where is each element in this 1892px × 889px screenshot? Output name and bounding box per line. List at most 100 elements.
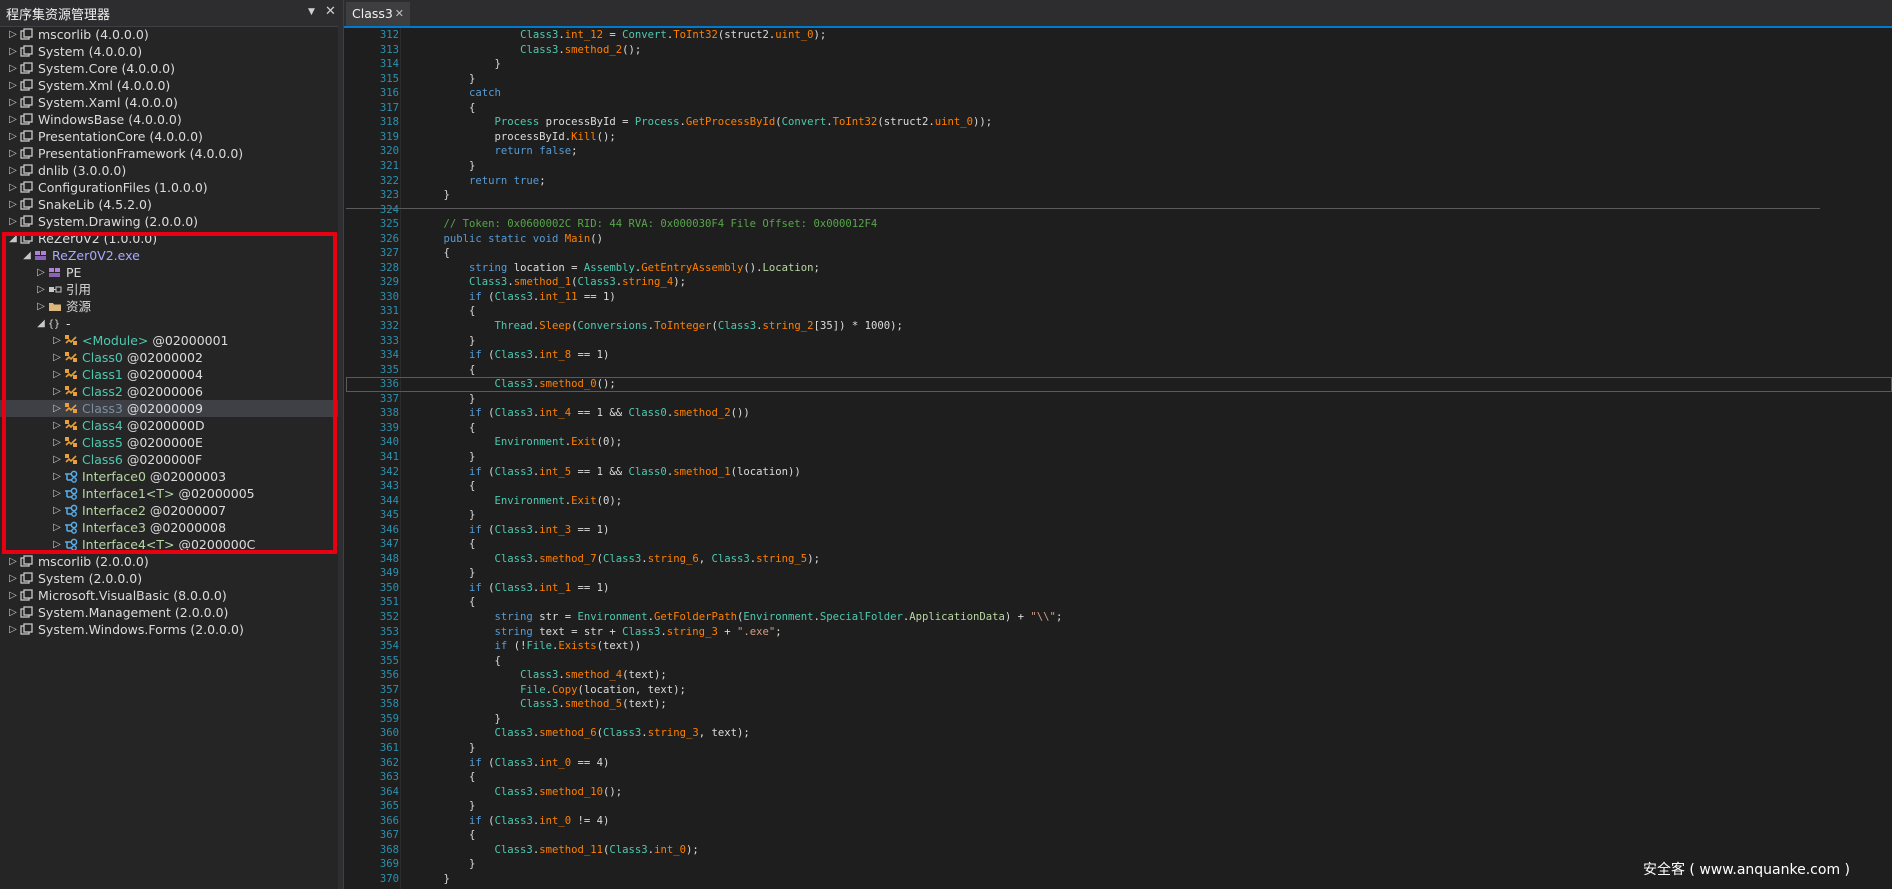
tree-item[interactable]: ▷ Class6 @0200000F [0, 451, 343, 468]
line-number: 358 [379, 698, 399, 711]
tree-item-version: (4.0.0.0) [145, 129, 203, 144]
dropdown-icon[interactable]: ▼ [308, 7, 315, 17]
expand-arrow-icon[interactable]: ▷ [36, 281, 46, 298]
tree-item-label: mscorlib (2.0.0.0) [38, 553, 149, 570]
code-line: 318 Process processById = Process.GetPro… [344, 115, 1892, 130]
code-token: Class3 [520, 669, 559, 682]
code-line: 319 processById.Kill(); [344, 130, 1892, 145]
tree-item[interactable]: ▷ Interface0 @02000003 [0, 468, 343, 485]
expand-arrow-icon[interactable]: ▷ [52, 434, 62, 451]
tree-item[interactable]: ◢{} - [0, 315, 343, 332]
tree-item[interactable]: ▷ SnakeLib (4.5.2.0) [0, 196, 343, 213]
expand-arrow-icon[interactable]: ▷ [8, 570, 18, 587]
expand-arrow-icon[interactable]: ▷ [52, 451, 62, 468]
tree-item[interactable]: ▷ dnlib (3.0.0.0) [0, 162, 343, 179]
tree-item[interactable]: ▷ Interface4<T> @0200000C [0, 536, 343, 553]
tree-item[interactable]: ▷ ConfigurationFiles (1.0.0.0) [0, 179, 343, 196]
tree-item[interactable]: ▷ System.Core (4.0.0.0) [0, 60, 343, 77]
expand-arrow-icon[interactable]: ▷ [36, 264, 46, 281]
tree-item-label: System.Drawing (2.0.0.0) [38, 213, 198, 230]
expand-arrow-icon[interactable]: ▷ [8, 196, 18, 213]
expand-arrow-icon[interactable]: ▷ [8, 179, 18, 196]
tree-item-name: 资源 [66, 299, 92, 314]
tree-item[interactable]: ▷ Class4 @0200000D [0, 417, 343, 434]
expand-arrow-icon[interactable]: ▷ [8, 587, 18, 604]
expand-arrow-icon[interactable]: ▷ [52, 332, 62, 349]
expand-arrow-icon[interactable]: ▷ [52, 349, 62, 366]
tree-item[interactable]: ▷ System (2.0.0.0) [0, 570, 343, 587]
expand-arrow-icon[interactable]: ▷ [8, 162, 18, 179]
tree-item[interactable]: ▷ System.Management (2.0.0.0) [0, 604, 343, 621]
expand-arrow-icon[interactable]: ▷ [8, 60, 18, 77]
tree-item[interactable]: ▷ WindowsBase (4.0.0.0) [0, 111, 343, 128]
expand-arrow-icon[interactable]: ▷ [52, 502, 62, 519]
explorer-scrollbar[interactable] [338, 26, 343, 889]
tree-item[interactable]: ▷ System.Windows.Forms (2.0.0.0) [0, 621, 343, 638]
tree-item[interactable]: ▷ mscorlib (4.0.0.0) [0, 26, 343, 43]
expand-arrow-icon[interactable]: ▷ [8, 94, 18, 111]
tree-item[interactable]: ▷ 引用 [0, 281, 343, 298]
tree-item[interactable]: ▷ Interface2 @02000007 [0, 502, 343, 519]
class-icon [64, 453, 78, 466]
tree-item[interactable]: ▷ 资源 [0, 298, 343, 315]
expand-arrow-icon[interactable]: ▷ [52, 400, 62, 417]
collapse-arrow-icon[interactable]: ◢ [8, 230, 18, 247]
tree-item[interactable]: ▷ Class1 @02000004 [0, 366, 343, 383]
expand-arrow-icon[interactable]: ▷ [52, 366, 62, 383]
expand-arrow-icon[interactable]: ▷ [52, 468, 62, 485]
tree-item-name: Class4 [82, 418, 123, 433]
tree-item[interactable]: ▷ Class3 @02000009 [0, 400, 343, 417]
expand-arrow-icon[interactable]: ▷ [8, 128, 18, 145]
code-token: smethod_1 [673, 465, 731, 478]
expand-arrow-icon[interactable]: ▷ [52, 536, 62, 553]
tree-item[interactable]: ▷ System.Drawing (2.0.0.0) [0, 213, 343, 230]
expand-arrow-icon[interactable]: ▷ [8, 26, 18, 43]
expand-arrow-icon[interactable]: ▷ [8, 145, 18, 162]
expand-arrow-icon[interactable]: ▷ [52, 417, 62, 434]
tab-class3[interactable]: Class3 ✕ [346, 2, 410, 26]
expand-arrow-icon[interactable]: ▷ [8, 213, 18, 230]
expand-arrow-icon[interactable]: ▷ [8, 111, 18, 128]
expand-arrow-icon[interactable]: ▷ [8, 553, 18, 570]
expand-arrow-icon[interactable]: ▷ [52, 485, 62, 502]
tree-item[interactable]: ▷ PresentationCore (4.0.0.0) [0, 128, 343, 145]
code-token: } [418, 392, 476, 405]
tree-item[interactable]: ▷ Class5 @0200000E [0, 434, 343, 451]
tree-item[interactable]: ▷ System (4.0.0.0) [0, 43, 343, 60]
expand-arrow-icon[interactable]: ▷ [52, 519, 62, 536]
tree-item[interactable]: ◢ ReZer0V2.exe [0, 247, 343, 264]
code-token: return true [469, 174, 540, 187]
tree-item[interactable]: ▷ PE [0, 264, 343, 281]
expand-arrow-icon[interactable]: ▷ [8, 621, 18, 638]
tree-item[interactable]: ◢ ReZer0V2 (1.0.0.0) [0, 230, 343, 247]
assembly-tree: ▷ mscorlib (4.0.0.0) ▷ System (4.0.0.0) ▷ Sys… [0, 26, 343, 638]
code-token: Class3 [603, 727, 642, 740]
tree-item[interactable]: ▷ System.Xaml (4.0.0.0) [0, 94, 343, 111]
tree-item[interactable]: ▷ Class0 @02000002 [0, 349, 343, 366]
code-viewer[interactable]: 312 Class3.int_12 = Convert.ToInt32(stru… [344, 28, 1892, 889]
tree-item[interactable]: ▷ Interface3 @02000008 [0, 519, 343, 536]
collapse-arrow-icon[interactable]: ◢ [36, 315, 46, 332]
close-icon[interactable]: ✕ [325, 4, 336, 19]
code-text: File.Copy(location, text); [418, 683, 686, 698]
tree-item[interactable]: ▷ Class2 @02000006 [0, 383, 343, 400]
expand-arrow-icon[interactable]: ▷ [8, 77, 18, 94]
tab-close-icon[interactable]: ✕ [395, 2, 404, 26]
code-text: if (Class3.int_0 == 4) [418, 756, 609, 771]
tree-item[interactable]: ▷ Interface1<T> @02000005 [0, 485, 343, 502]
code-token: } [418, 450, 476, 463]
tree-item[interactable]: ▷ Microsoft.VisualBasic (8.0.0.0) [0, 587, 343, 604]
tree-item[interactable]: ▷ mscorlib (2.0.0.0) [0, 553, 343, 570]
assembly-icon [20, 62, 34, 75]
expand-arrow-icon[interactable]: ▷ [8, 604, 18, 621]
expand-arrow-icon[interactable]: ▷ [36, 298, 46, 315]
collapse-arrow-icon[interactable]: ◢ [22, 247, 32, 264]
tree-item[interactable]: ▷ System.Xml (4.0.0.0) [0, 77, 343, 94]
expand-arrow-icon[interactable]: ▷ [8, 43, 18, 60]
tree-item[interactable]: ▷ PresentationFramework (4.0.0.0) [0, 145, 343, 162]
expand-arrow-icon[interactable]: ▷ [52, 383, 62, 400]
tree-item[interactable]: ▷ <Module> @02000001 [0, 332, 343, 349]
code-line: 352 string str = Environment.GetFolderPa… [344, 610, 1892, 625]
code-line: 354 if (!File.Exists(text)) [344, 639, 1892, 654]
